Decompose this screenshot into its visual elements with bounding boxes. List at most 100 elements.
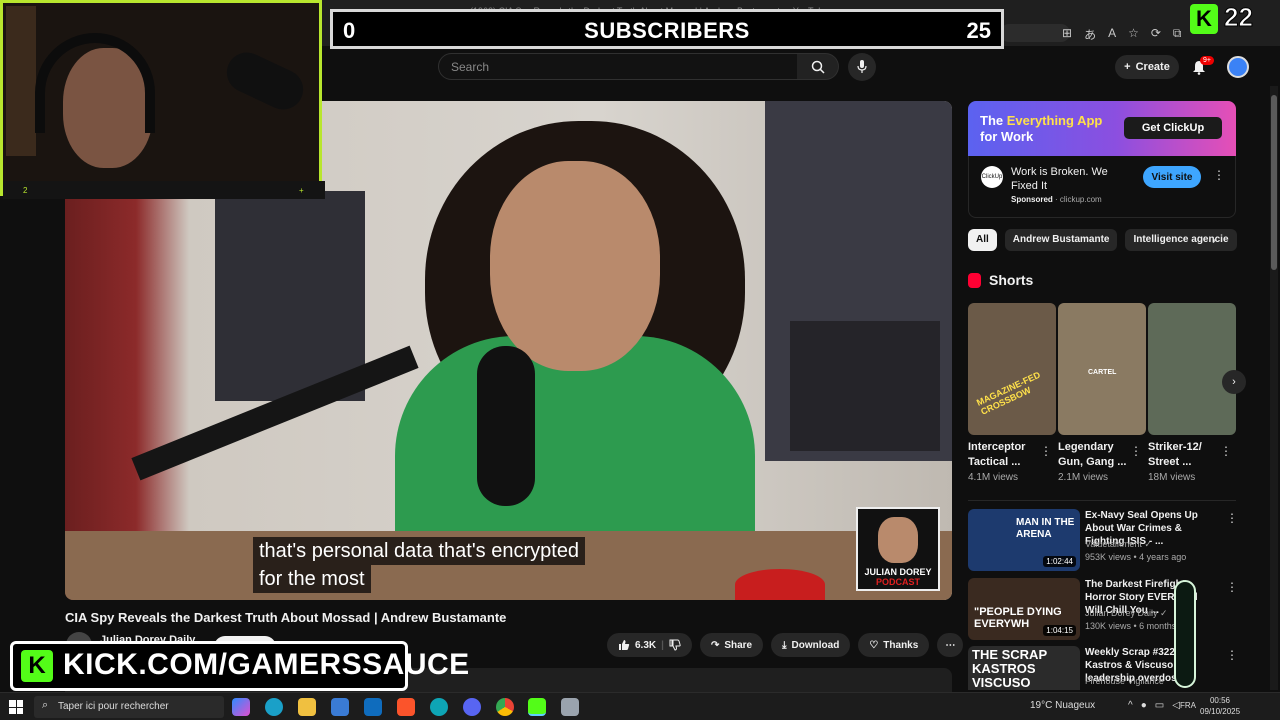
subscriber-goal-label: SUBSCRIBERS — [584, 18, 750, 43]
podcast-host-image — [878, 517, 918, 563]
shorts-title: Shorts — [989, 272, 1034, 288]
outlook-app-icon[interactable] — [364, 698, 382, 716]
chip-andrew-bustamante[interactable]: Andrew Bustamante — [1004, 229, 1118, 251]
read-aloud-icon[interactable]: A — [1108, 26, 1116, 43]
discord-app-icon[interactable] — [463, 698, 481, 716]
short-title[interactable]: Interceptor Tactical ... — [968, 440, 1038, 470]
like-button[interactable]: 6.3K | — [607, 633, 692, 657]
app-icon[interactable] — [561, 698, 579, 716]
ad-more-icon[interactable]: ⋮ — [1213, 168, 1225, 182]
channel-name[interactable]: Firehouse Vigilance — [1085, 676, 1164, 686]
ad-headline: The Everything App for Work — [980, 113, 1102, 145]
thanks-button[interactable]: ♡ Thanks — [858, 633, 930, 657]
search-input[interactable]: Search — [438, 53, 798, 80]
copilot-app-icon[interactable] — [232, 698, 250, 716]
video-duration: 1:04:15 — [1043, 625, 1076, 636]
voice-search-button[interactable] — [848, 53, 876, 81]
video-thumbnail[interactable]: MAN IN THE ARENA 1:02:44 — [968, 509, 1080, 571]
download-label: Download — [791, 639, 840, 651]
short-title[interactable]: Striker-12/ Street ... — [1148, 440, 1218, 470]
chip-intelligence[interactable]: Intelligence agencie — [1125, 229, 1237, 251]
video-more-icon[interactable]: ⋮ — [1226, 580, 1238, 594]
video-thumbnail[interactable]: THE SCRAP KASTROS VISCUSO — [968, 646, 1080, 690]
share-button[interactable]: ↷ Share — [699, 633, 764, 657]
short-more-icon[interactable]: ⋮ — [1220, 444, 1232, 458]
recommended-video[interactable]: MAN IN THE ARENA 1:02:44 Ex-Navy Seal Op… — [968, 509, 1238, 571]
microphone-icon — [857, 60, 867, 73]
edge-app-icon[interactable] — [265, 698, 283, 716]
subscriber-goal-target: 25 — [966, 18, 991, 43]
more-actions-button[interactable]: ⋯ — [937, 633, 964, 657]
chip-all[interactable]: All — [968, 229, 997, 251]
kick-icon: K — [21, 650, 53, 682]
more-icon: ⋯ — [945, 639, 956, 651]
shorts-next-button[interactable]: › — [1222, 370, 1246, 394]
short-title[interactable]: Legendary Gun, Gang ... — [1058, 440, 1128, 470]
page-scrollbar-thumb[interactable] — [1271, 95, 1277, 270]
network-icon[interactable]: ▭ — [1155, 700, 1164, 711]
webcam-microphone — [220, 45, 310, 117]
short-overlay-text: MAGAZINE-FED CROSSBOW — [975, 369, 1042, 417]
file-explorer-icon[interactable] — [298, 698, 316, 716]
chrome-app-icon[interactable] — [496, 698, 514, 716]
store-app-icon[interactable] — [331, 698, 349, 716]
chevron-right-icon[interactable]: › — [1212, 233, 1216, 247]
thumbnail-text: MAN IN THE ARENA — [1016, 517, 1075, 540]
create-button[interactable]: + Create — [1115, 55, 1179, 79]
volume-icon[interactable]: ◁ — [1172, 700, 1180, 711]
weather-widget[interactable]: 19°C Nuageux — [1030, 700, 1095, 711]
short-thumbnail[interactable] — [1148, 303, 1236, 435]
tray-overflow-icon[interactable]: ^ — [1128, 700, 1133, 711]
brave-app-icon[interactable] — [397, 698, 415, 716]
browser-icons: ⊞ あ A ☆ ⟳ ⧉ — [1062, 26, 1182, 43]
ad-title[interactable]: Work is Broken. We Fixed It — [1011, 165, 1136, 193]
short-thumbnail[interactable]: MAGAZINE-FED CROSSBOW — [968, 303, 1056, 435]
visit-site-button[interactable]: Visit site — [1143, 166, 1201, 188]
channel-name-text: Valuetainment — [1085, 539, 1142, 549]
streamer-webcam: 2 + — [0, 0, 325, 199]
translate-icon[interactable]: あ — [1084, 26, 1096, 43]
system-tray: ^ ● ▭ ◁ — [1128, 700, 1180, 711]
search-button[interactable] — [797, 53, 839, 80]
shorts-icon — [968, 272, 981, 288]
thumbs-down-icon[interactable] — [669, 639, 681, 651]
windows-taskbar: Taper ici pour rechercher 19°C Nuageux ^… — [0, 692, 1280, 720]
microphone-icon[interactable]: ● — [1141, 700, 1147, 711]
input-language[interactable]: FRA — [1180, 701, 1196, 710]
collections-icon[interactable]: ⧉ — [1173, 26, 1182, 43]
short-more-icon[interactable]: ⋮ — [1130, 444, 1142, 458]
ad-cta-button[interactable]: Get ClickUp — [1124, 117, 1222, 139]
favorite-star-icon[interactable]: ☆ — [1128, 26, 1139, 43]
account-avatar[interactable] — [1227, 56, 1249, 78]
address-bar[interactable] — [1000, 24, 1070, 42]
extensions-icon[interactable]: ⊞ — [1062, 26, 1072, 43]
windows-start-icon[interactable] — [9, 700, 23, 714]
short-more-icon[interactable]: ⋮ — [1040, 444, 1052, 458]
video-thumbnail[interactable]: "PEOPLE DYING EVERYWH 1:04:15 — [968, 578, 1080, 640]
refresh-icon[interactable]: ⟳ — [1151, 26, 1161, 43]
download-button[interactable]: ⤓ Download — [771, 633, 851, 657]
clock-date: 09/10/2025 — [1200, 707, 1241, 716]
video-captions: that's personal data that's encrypted fo… — [253, 537, 586, 593]
ad-domain: clickup.com — [1059, 195, 1102, 204]
video-meta: 953K views • 4 years ago — [1085, 552, 1187, 562]
kick-app-icon[interactable] — [528, 698, 546, 716]
podcast-name: JULIAN DOREY — [864, 567, 932, 577]
taskbar-clock[interactable]: 00:56 09/10/2025 — [1200, 695, 1240, 717]
video-frame-photos-left — [215, 191, 365, 401]
ad-sponsored-line: Sponsored · clickup.com — [1011, 195, 1102, 204]
short-thumbnail[interactable]: CARTEL — [1058, 303, 1146, 435]
app-icon[interactable] — [430, 698, 448, 716]
webcam-label-right: + — [299, 186, 304, 195]
channel-name[interactable]: Valuetainment ✓ — [1085, 539, 1152, 550]
video-more-icon[interactable]: ⋮ — [1226, 511, 1238, 525]
channel-name[interactable]: Julian Dorey Daily ✓ — [1085, 608, 1168, 619]
ad-banner[interactable]: The Everything App for Work Get ClickUp — [968, 101, 1236, 156]
video-more-icon[interactable]: ⋮ — [1226, 648, 1236, 662]
webcam-frame-bottom — [3, 181, 325, 199]
filter-chips: All Andrew Bustamante Intelligence agenc… — [968, 229, 1237, 251]
taskbar-search[interactable]: Taper ici pour rechercher — [34, 696, 224, 718]
plus-icon: + — [1124, 61, 1131, 73]
divider — [968, 500, 1236, 501]
ad-sponsored-label: Sponsored — [1011, 195, 1053, 204]
